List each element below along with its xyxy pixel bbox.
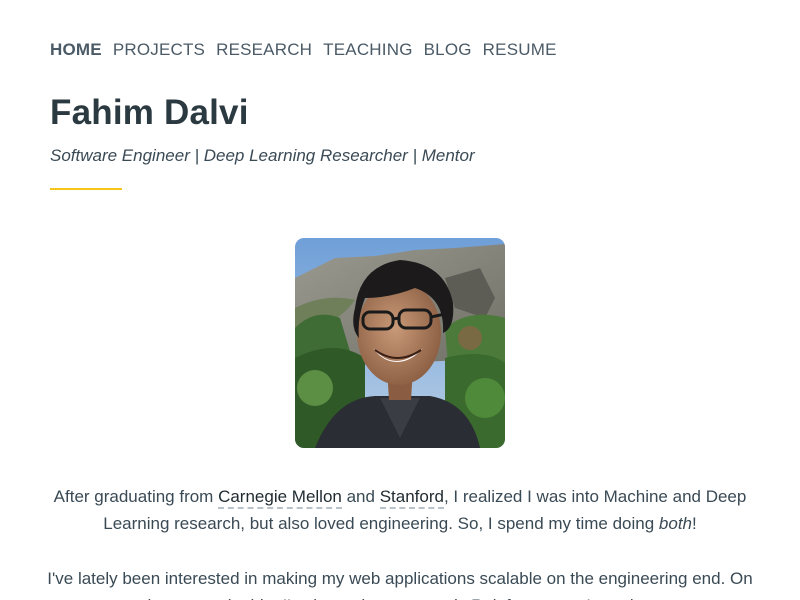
nav-resume[interactable]: RESUME xyxy=(483,38,557,62)
nav-research[interactable]: RESEARCH xyxy=(216,38,312,62)
page-tagline: Software Engineer | Deep Learning Resear… xyxy=(50,146,475,165)
bio-text: and xyxy=(341,487,380,506)
page-title: Fahim Dalvi xyxy=(50,93,249,132)
profile-photo xyxy=(295,238,505,448)
nav-home[interactable]: HOME xyxy=(50,38,102,62)
bio-emphasis: both xyxy=(658,514,693,533)
main-nav: HOME PROJECTS RESEARCH TEACHING BLOG RES… xyxy=(50,38,557,62)
nav-projects[interactable]: PROJECTS xyxy=(113,38,205,62)
bio-text: After graduating from xyxy=(53,487,219,506)
accent-divider xyxy=(50,188,122,190)
bio-paragraph-2: I've lately been interested in making my… xyxy=(47,569,753,600)
carnegie-mellon-link[interactable]: Carnegie Mellon xyxy=(218,487,342,509)
stanford-link[interactable]: Stanford xyxy=(379,487,444,509)
nav-blog[interactable]: BLOG xyxy=(424,38,472,62)
bio-text: ! xyxy=(692,514,697,533)
bio-paragraph-1: After graduating from Carnegie Mellon an… xyxy=(40,483,760,537)
page: HOME PROJECTS RESEARCH TEACHING BLOG RES… xyxy=(0,0,800,600)
nav-teaching[interactable]: TEACHING xyxy=(323,38,412,62)
